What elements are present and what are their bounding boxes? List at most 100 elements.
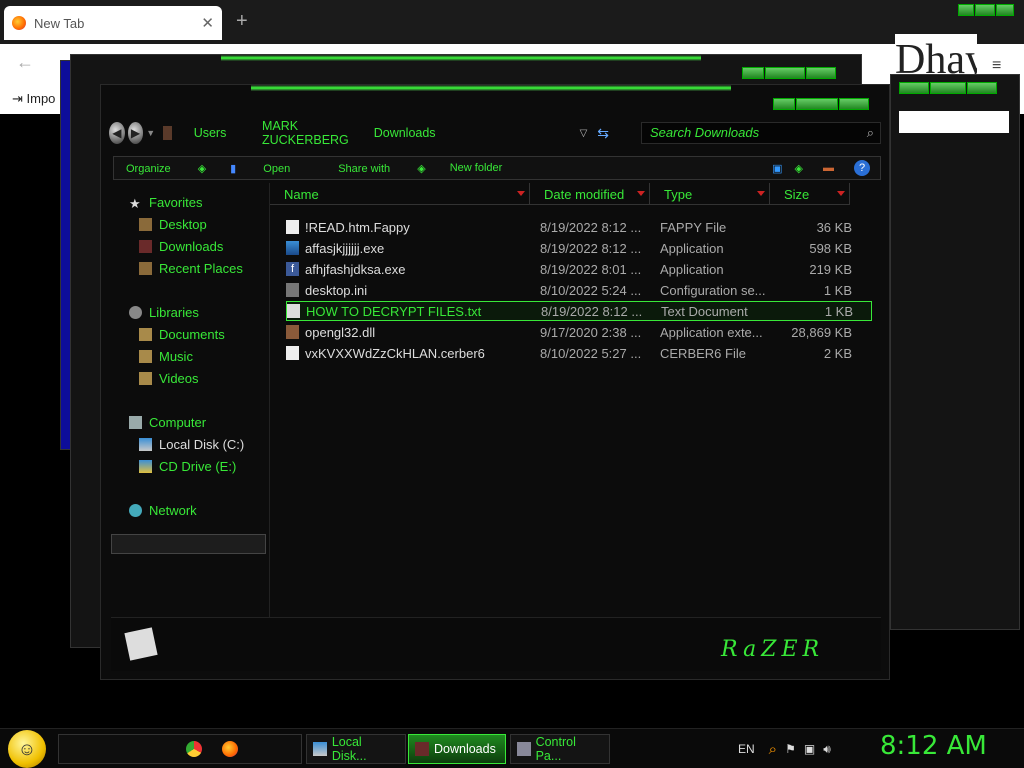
taskbar-item-downloads[interactable]: Downloads <box>408 734 506 764</box>
search-icon[interactable]: ⌕ <box>867 125 874 141</box>
quick-launch <box>58 734 302 764</box>
file-row[interactable]: affasjkjjjjjj.exe 8/19/2022 8:12 ... Appl… <box>286 238 872 258</box>
back-arrow-icon[interactable]: ← <box>16 52 34 73</box>
sort-icon <box>637 191 645 196</box>
network-tray-icon[interactable]: ▣ <box>804 742 815 756</box>
maximize-button[interactable] <box>975 4 995 16</box>
view-options-icon[interactable]: ◈ <box>795 162 803 175</box>
file-row[interactable]: !READ.htm.Fappy 8/19/2022 8:12 ... FAPPY … <box>286 217 872 237</box>
background-window-controls <box>742 66 842 79</box>
new-tab-button[interactable]: + <box>236 10 248 33</box>
nav-downloads[interactable]: Downloads <box>139 239 223 254</box>
share-with-button[interactable]: Share with ◈ <box>338 162 426 175</box>
nav-videos[interactable]: Videos <box>139 371 199 386</box>
recent-places-icon <box>139 262 152 275</box>
search-input[interactable]: Search Downloads ⌕ <box>641 122 881 144</box>
start-button[interactable]: ☺ <box>8 730 46 768</box>
volume-icon[interactable]: 🔊︎ <box>823 742 831 757</box>
desktop-icon <box>139 218 152 231</box>
firefox-icon <box>12 16 26 30</box>
firefox-icon[interactable] <box>222 741 238 757</box>
breadcrumb-downloads[interactable]: Downloads <box>374 126 436 140</box>
help-icon[interactable]: ? <box>854 160 870 176</box>
browser-tab[interactable]: New Tab ✕ <box>4 6 222 40</box>
nav-cd-drive[interactable]: CD Drive (E:) <box>139 459 236 474</box>
document-icon <box>286 346 299 360</box>
nav-recent-places[interactable]: Recent Places <box>139 261 243 276</box>
breadcrumb-users[interactable]: Users <box>194 126 227 140</box>
file-row[interactable]: f afhjfashjdksa.exe 8/19/2022 8:01 ... App… <box>286 259 872 279</box>
file-row[interactable]: vxKVXXWdZzCkHLAN.cerber6 8/10/2022 5:27 … <box>286 343 872 363</box>
razer-logo: RaZER <box>721 637 825 662</box>
maximize-button[interactable] <box>796 98 838 110</box>
explorer-window: ◀ ▶ ▼ Users MARK ZUCKERBERG Downloads ▽ … <box>100 84 890 680</box>
search-placeholder: Search Downloads <box>650 125 760 140</box>
import-label: Impo <box>26 91 56 106</box>
close-button[interactable] <box>996 4 1014 16</box>
document-icon <box>286 220 299 234</box>
refresh-icon[interactable]: ⇆ <box>597 125 609 142</box>
sort-icon <box>757 191 765 196</box>
search-icon[interactable]: ⌕ <box>769 741 777 758</box>
history-dropdown-icon[interactable]: ▼ <box>146 128 155 138</box>
downloads-icon <box>139 240 152 253</box>
explorer-window-controls[interactable] <box>773 97 877 110</box>
nav-computer[interactable]: Computer <box>129 415 206 430</box>
column-type[interactable]: Type <box>650 183 770 205</box>
nav-libraries[interactable]: Libraries <box>129 305 199 320</box>
nav-network[interactable]: Network <box>129 503 197 518</box>
downloads-icon <box>415 742 429 756</box>
language-indicator[interactable]: EN <box>738 742 755 756</box>
file-preview-icon <box>124 627 158 661</box>
column-size[interactable]: Size <box>770 183 850 205</box>
column-headers: Name Date modified Type Size <box>270 183 886 209</box>
file-row[interactable]: desktop.ini 8/10/2022 5:24 ... Configurat… <box>286 280 872 300</box>
star-icon: ★ <box>129 196 141 211</box>
menu-icon[interactable]: ≡ <box>992 57 1001 75</box>
videos-icon <box>139 372 152 385</box>
forward-button[interactable]: ▶ <box>127 122 144 144</box>
address-bar[interactable]: ◀ ▶ ▼ Users MARK ZUCKERBERG Downloads ▽ … <box>109 119 609 147</box>
clock[interactable]: 8:12 AM <box>880 731 987 761</box>
import-bookmarks-link[interactable]: ⇥ Impo <box>12 91 55 107</box>
computer-icon <box>129 416 142 429</box>
back-button[interactable]: ◀ <box>109 122 125 144</box>
minimize-button[interactable] <box>958 4 974 16</box>
organize-button[interactable]: Organize ◈ <box>126 162 206 175</box>
address-dropdown-icon[interactable]: ▽ <box>580 128 588 139</box>
chrome-icon[interactable] <box>186 741 202 757</box>
nav-documents[interactable]: Documents <box>139 327 225 342</box>
view-icon[interactable]: ▣ <box>772 162 782 175</box>
open-button[interactable]: ▮ Open <box>230 162 314 175</box>
window-controls[interactable] <box>958 3 1018 19</box>
nav-favorites[interactable]: ★ Favorites <box>129 195 202 211</box>
minimize-button[interactable] <box>773 98 795 110</box>
column-name[interactable]: Name <box>270 183 530 205</box>
preview-pane-icon[interactable]: ▬ <box>823 162 834 174</box>
new-folder-button[interactable]: New folder <box>450 162 503 174</box>
sort-icon <box>517 191 525 196</box>
file-list: Name Date modified Type Size !READ.htm.F… <box>269 183 885 617</box>
file-row[interactable]: opengl32.dll 9/17/2020 2:38 ... Applicati… <box>286 322 872 342</box>
nav-desktop[interactable]: Desktop <box>139 217 207 232</box>
nav-music[interactable]: Music <box>139 349 193 364</box>
nav-selection-highlight <box>111 534 266 554</box>
file-row-selected[interactable]: HOW TO DECRYPT FILES.txt 8/19/2022 8:12 … <box>286 301 872 321</box>
command-bar: Organize ◈ ▮ Open Share with ◈ New folde… <box>113 156 881 180</box>
column-date-modified[interactable]: Date modified <box>530 183 650 205</box>
taskbar-item-control-panel[interactable]: Control Pa... <box>510 734 610 764</box>
local-disk-icon <box>313 742 327 756</box>
taskbar-item-local-disk[interactable]: Local Disk... <box>306 734 406 764</box>
nav-local-disk[interactable]: Local Disk (C:) <box>139 437 244 452</box>
tab-title: New Tab <box>34 15 85 31</box>
documents-icon <box>139 328 152 341</box>
navigation-pane: ★ Favorites Desktop Downloads Recent Plac… <box>111 183 266 617</box>
close-tab-icon[interactable]: ✕ <box>201 14 214 32</box>
control-panel-icon <box>517 742 531 756</box>
dll-icon <box>286 325 299 339</box>
breadcrumb-user[interactable]: MARK ZUCKERBERG <box>262 119 352 147</box>
action-center-flag-icon[interactable]: ⚑ <box>785 742 796 756</box>
background-window-right <box>890 74 1020 630</box>
exe-icon <box>286 241 299 255</box>
close-button[interactable] <box>839 98 869 110</box>
